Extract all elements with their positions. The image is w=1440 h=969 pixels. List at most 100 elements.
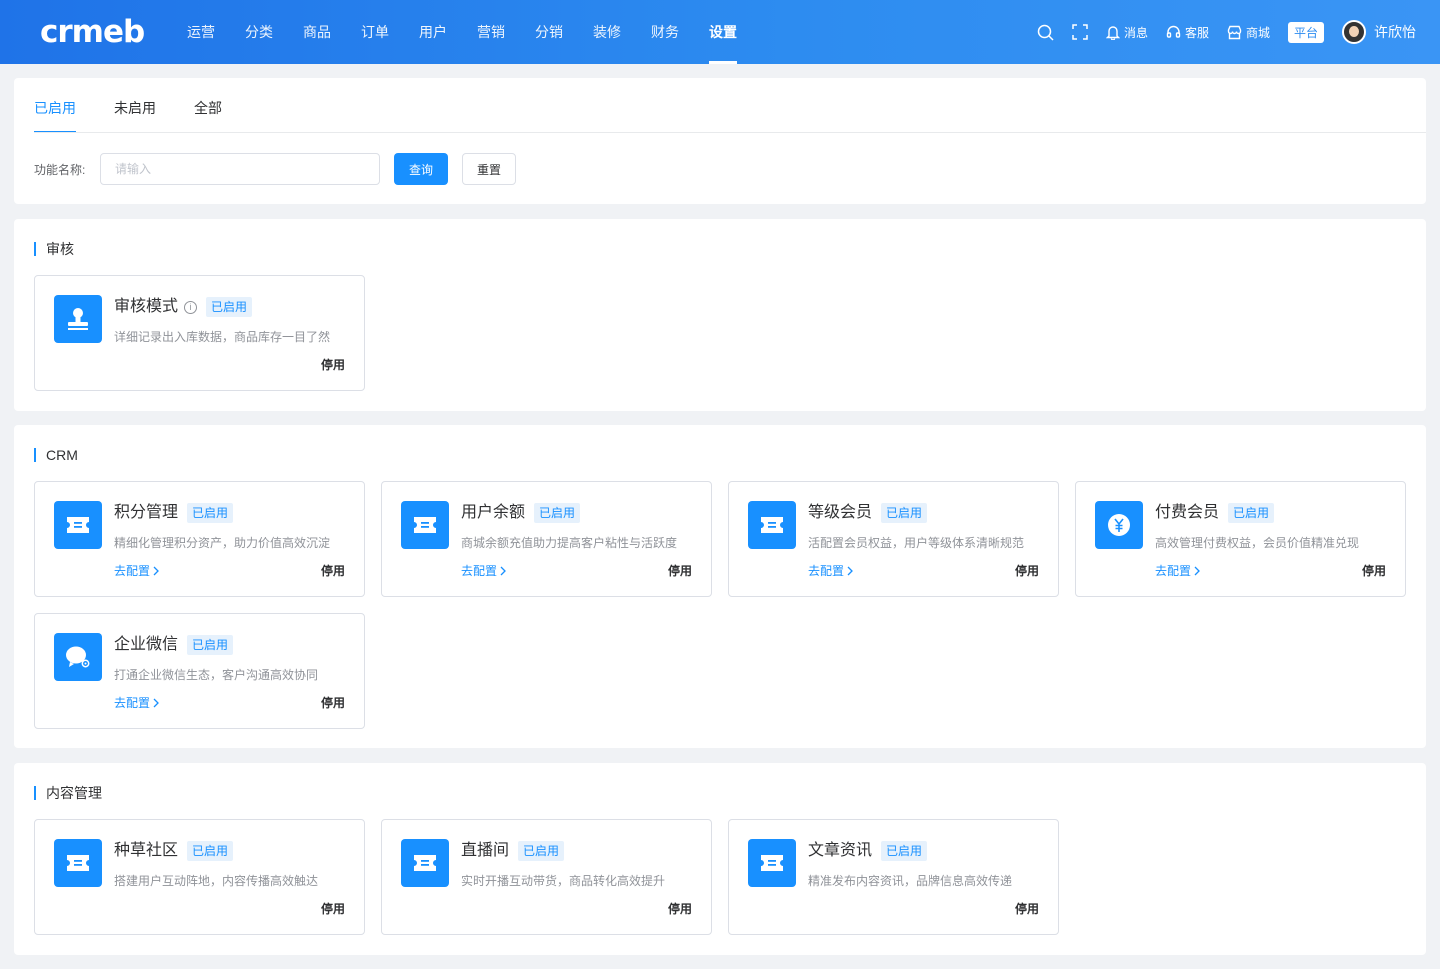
status-badge: 已启用 (206, 297, 253, 317)
card-desc: 商城余额充值助力提高客户粘性与活跃度 (461, 536, 678, 550)
nav-item-finance[interactable]: 财务 (636, 0, 694, 64)
card-title: 直播间 (461, 842, 510, 859)
store-icon (1227, 25, 1242, 39)
message-button[interactable]: 消息 (1105, 24, 1148, 41)
card-desc: 打通企业微信生态，客户沟通高效协同 (114, 668, 319, 682)
card-audit-mode: 审核模式 i 已启用 详细记录出入库数据，商品库存一目了然 停用 (34, 275, 365, 391)
function-name-label: 功能名称: (34, 163, 86, 177)
card-desc: 活配置会员权益，用户等级体系清晰规范 (808, 536, 1025, 550)
nav-item-settings[interactable]: 设置 (694, 0, 752, 64)
status-badge: 已启用 (187, 635, 234, 655)
search-icon[interactable] (1037, 24, 1054, 41)
card-title: 种草社区 (114, 842, 179, 859)
message-label: 消息 (1123, 25, 1148, 40)
nav-item-category[interactable]: 分类 (230, 0, 288, 64)
filter-panel: 已启用 未启用 全部 功能名称: 查询 重置 (14, 78, 1426, 204)
service-button[interactable]: 客服 (1166, 24, 1209, 41)
config-label: 去配置 (114, 564, 151, 578)
card-title-row: 用户余额 已启用 (461, 502, 581, 524)
card-desc: 实时开播互动带货，商品转化高效提升 (461, 874, 666, 888)
disable-button[interactable]: 停用 (668, 562, 692, 579)
disable-button[interactable]: 停用 (321, 900, 345, 917)
card-title: 文章资讯 (808, 842, 873, 859)
info-icon[interactable]: i (184, 300, 198, 314)
nav-item-marketing[interactable]: 营销 (462, 0, 520, 64)
ticket-icon (401, 839, 449, 887)
card-desc: 高效管理付费权益，会员价值精准兑现 (1155, 536, 1360, 550)
card-paid-member: 付费会员 已启用 高效管理付费权益，会员价值精准兑现 去配置 停用 (1075, 481, 1406, 597)
avatar[interactable] (1342, 20, 1366, 44)
card-community: 种草社区 已启用 搭建用户互动阵地，内容传播高效触达 停用 (34, 819, 365, 935)
card-title-row: 企业微信 已启用 (114, 634, 234, 656)
disable-button[interactable]: 停用 (1015, 900, 1039, 917)
tab-disabled[interactable]: 未启用 (114, 78, 156, 133)
disable-button[interactable]: 停用 (321, 694, 345, 711)
chevron-right-icon (500, 566, 506, 575)
disable-button[interactable]: 停用 (668, 900, 692, 917)
section-title-content: 内容管理 (34, 785, 102, 801)
platform-badge[interactable]: 平台 (1287, 21, 1324, 43)
card-desc: 精准发布内容资讯，品牌信息高效传递 (808, 874, 1013, 888)
card-title: 用户余额 (461, 504, 526, 521)
chevron-right-icon (1194, 566, 1200, 575)
chevron-right-icon (847, 566, 853, 575)
header-tools: 消息 客服 商城 平台 许欣怡 (1019, 0, 1416, 64)
status-tabs: 已启用 未启用 全部 (34, 78, 260, 133)
disable-button[interactable]: 停用 (1362, 562, 1386, 579)
card-title: 企业微信 (114, 636, 179, 653)
section-audit: 审核 审核模式 i 已启用 详细记录出入库数据，商品库存一目了然 停用 (14, 219, 1426, 411)
card-title-row: 付费会员 已启用 (1155, 502, 1275, 524)
card-title-row: 种草社区 已启用 (114, 840, 234, 862)
bell-icon (1105, 25, 1120, 40)
status-badge: 已启用 (518, 841, 565, 861)
card-level-member: 等级会员 已启用 活配置会员权益，用户等级体系清晰规范 去配置 停用 (728, 481, 1059, 597)
nav-item-decoration[interactable]: 装修 (578, 0, 636, 64)
tab-all[interactable]: 全部 (194, 78, 222, 133)
card-title: 积分管理 (114, 504, 179, 521)
config-label: 去配置 (114, 696, 151, 710)
card-wechat-work: 企业微信 已启用 打通企业微信生态，客户沟通高效协同 去配置 停用 (34, 613, 365, 729)
disable-button[interactable]: 停用 (321, 562, 345, 579)
mall-button[interactable]: 商城 (1227, 24, 1270, 41)
card-balance: 用户余额 已启用 商城余额充值助力提高客户粘性与活跃度 去配置 停用 (381, 481, 712, 597)
status-badge: 已启用 (881, 841, 928, 861)
fullscreen-icon[interactable] (1072, 24, 1088, 40)
top-navbar: crmeb 运营 分类 商品 订单 用户 营销 分销 装修 财务 设置 消息 客… (0, 0, 1440, 64)
config-link[interactable]: 去配置 (461, 562, 506, 579)
nav-item-products[interactable]: 商品 (288, 0, 346, 64)
nav-item-distribution[interactable]: 分销 (520, 0, 578, 64)
disable-button[interactable]: 停用 (1015, 562, 1039, 579)
ticket-icon (401, 501, 449, 549)
reset-button[interactable]: 重置 (462, 153, 516, 185)
disable-button[interactable]: 停用 (321, 356, 345, 373)
config-label: 去配置 (1155, 564, 1192, 578)
username[interactable]: 许欣怡 (1374, 22, 1416, 42)
tab-enabled[interactable]: 已启用 (34, 78, 76, 133)
query-button[interactable]: 查询 (394, 153, 448, 185)
nav-item-orders[interactable]: 订单 (346, 0, 404, 64)
brand-logo[interactable]: crmeb (40, 14, 145, 50)
section-title-audit: 审核 (34, 241, 74, 257)
nav-item-operations[interactable]: 运营 (172, 0, 230, 64)
main-nav: 运营 分类 商品 订单 用户 营销 分销 装修 财务 设置 (172, 0, 752, 64)
card-title: 付费会员 (1155, 504, 1220, 521)
card-title-row: 文章资讯 已启用 (808, 840, 928, 862)
status-badge: 已启用 (881, 503, 928, 523)
wechat-work-icon (54, 633, 102, 681)
function-name-input[interactable] (100, 153, 380, 185)
card-desc: 详细记录出入库数据，商品库存一目了然 (114, 330, 331, 344)
config-link[interactable]: 去配置 (808, 562, 853, 579)
card-desc: 搭建用户互动阵地，内容传播高效触达 (114, 874, 319, 888)
ticket-icon (54, 839, 102, 887)
config-link[interactable]: 去配置 (114, 562, 159, 579)
config-link[interactable]: 去配置 (1155, 562, 1200, 579)
section-crm: CRM 积分管理 已启用 精细化管理积分资产，助力价值高效沉淀 去配置 停用 用… (14, 425, 1426, 748)
config-link[interactable]: 去配置 (114, 694, 159, 711)
ticket-icon (54, 501, 102, 549)
nav-item-users[interactable]: 用户 (404, 0, 462, 64)
status-badge: 已启用 (187, 503, 234, 523)
card-points: 积分管理 已启用 精细化管理积分资产，助力价值高效沉淀 去配置 停用 (34, 481, 365, 597)
ticket-icon (748, 501, 796, 549)
headset-icon (1166, 25, 1181, 38)
status-badge: 已启用 (187, 841, 234, 861)
